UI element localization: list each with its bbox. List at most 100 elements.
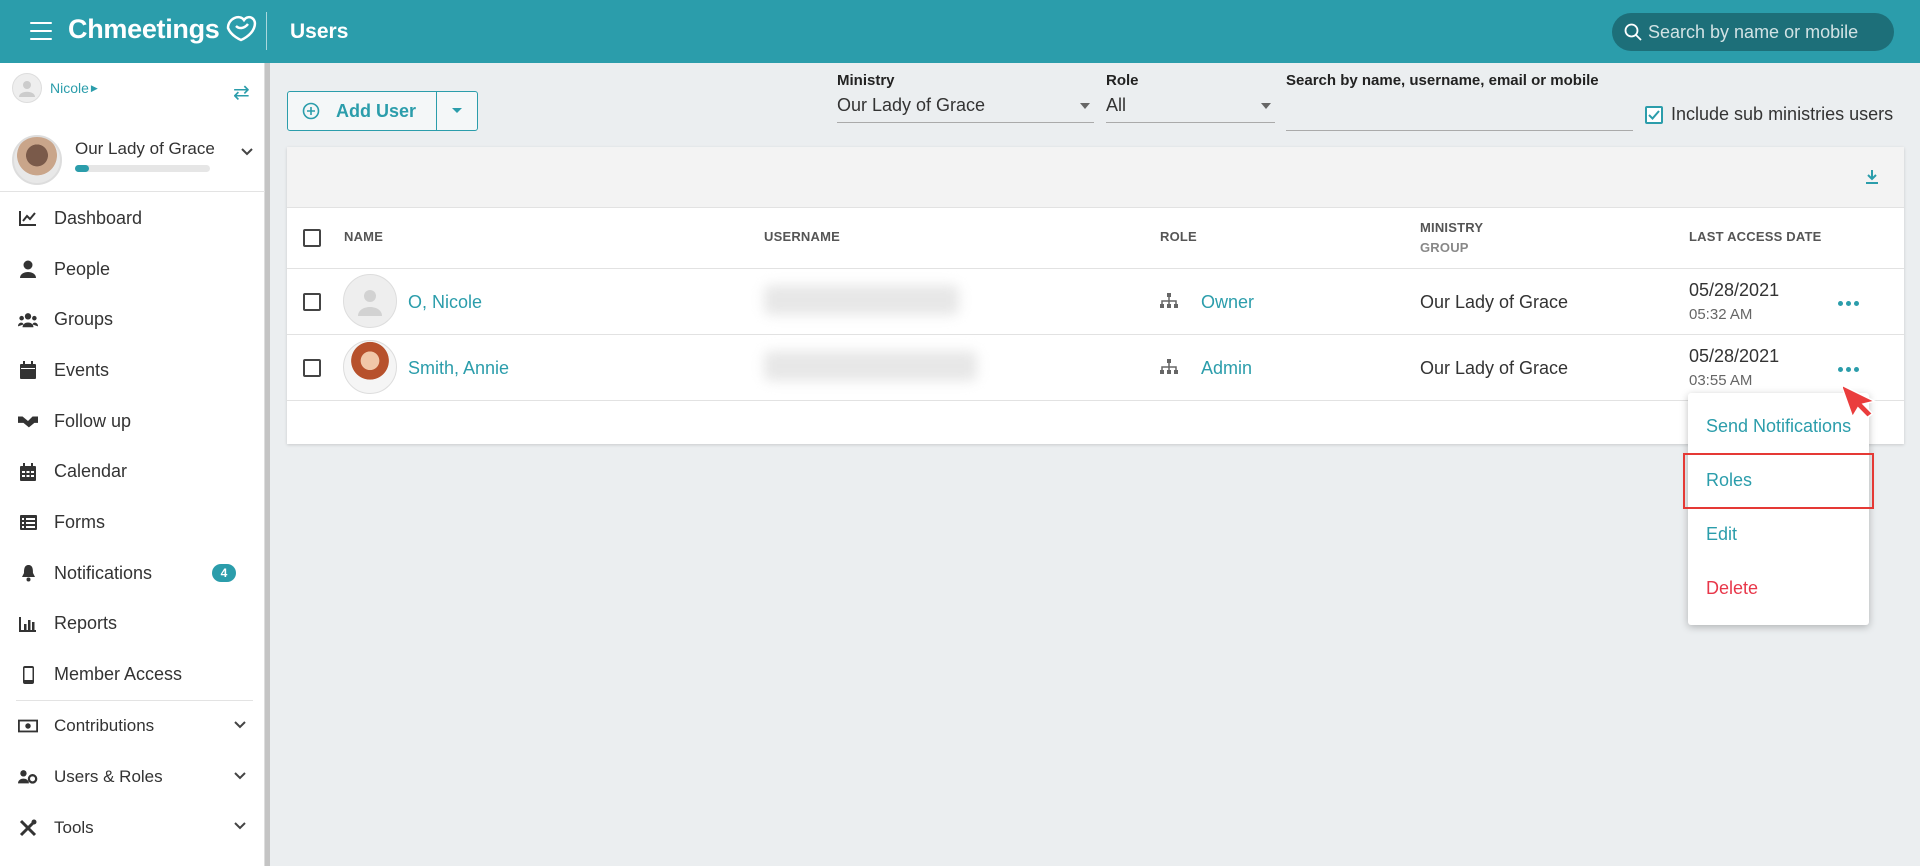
select-all-checkbox[interactable] <box>303 229 321 247</box>
sidebar-item-forms[interactable]: Forms <box>0 497 265 548</box>
search-icon <box>1624 23 1642 41</box>
sidebar-item-users-roles[interactable]: Users & Roles <box>0 752 265 803</box>
sidebar-divider <box>0 191 265 192</box>
church-selector[interactable]: Our Lady of Grace <box>0 127 265 189</box>
sidebar-item-groups[interactable]: Groups <box>0 294 265 345</box>
current-user[interactable]: Nicole ▶ <box>12 73 98 103</box>
topbar-divider <box>266 12 267 50</box>
avatar <box>343 274 397 328</box>
sidebar-item-people[interactable]: People <box>0 244 265 295</box>
add-user-button[interactable]: Add User <box>288 92 437 130</box>
page-title: Users <box>290 20 349 43</box>
row-divider <box>287 268 1904 269</box>
list-icon <box>18 512 38 532</box>
sidebar-item-label: Events <box>54 359 110 380</box>
role-link[interactable]: Owner <box>1201 292 1254 313</box>
user-search-input[interactable] <box>1286 95 1633 131</box>
ministry-filter-label: Ministry <box>837 72 895 89</box>
hierarchy-icon <box>1160 359 1178 374</box>
search-placeholder: Search by name or mobile <box>1648 21 1859 42</box>
header-ministry[interactable]: MINISTRY <box>1420 220 1483 235</box>
bell-icon <box>18 563 38 583</box>
header-role[interactable]: ROLE <box>1160 229 1197 244</box>
sidebar-item-label: Contributions <box>54 716 155 736</box>
top-bar: Chmeetings Users Search by name or mobil… <box>0 0 1920 63</box>
sidebar-item-calendar[interactable]: Calendar <box>0 446 265 497</box>
calendar-icon <box>18 360 38 380</box>
caret-down-icon <box>1080 103 1090 109</box>
sidebar-item-dashboard[interactable]: Dashboard <box>0 193 265 244</box>
check-icon <box>1648 109 1660 120</box>
person-icon <box>18 259 38 279</box>
table-toolbar <box>287 147 1904 208</box>
role-filter-label: Role <box>1106 72 1139 89</box>
header-name[interactable]: NAME <box>344 229 383 244</box>
sidebar-scrollbar[interactable] <box>265 63 270 866</box>
menu-item-send-notifications[interactable]: Send Notifications <box>1706 416 1851 437</box>
menu-icon[interactable] <box>30 22 52 40</box>
sidebar-item-label: Notifications <box>54 562 153 583</box>
sidebar-item-label: Users & Roles <box>54 766 163 786</box>
money-icon <box>18 716 38 736</box>
role-select[interactable]: All <box>1106 95 1275 123</box>
row-checkbox[interactable] <box>303 293 321 311</box>
user-name-link[interactable]: Smith, Annie <box>408 358 509 379</box>
header-username[interactable]: USERNAME <box>764 229 840 244</box>
add-user-label: Add User <box>336 100 417 121</box>
user-name-link[interactable]: O, Nicole <box>408 292 482 313</box>
ministry-select[interactable]: Our Lady of Grace <box>837 95 1094 123</box>
global-search-input[interactable]: Search by name or mobile <box>1612 13 1894 51</box>
last-access-date: 05/28/2021 <box>1689 280 1780 300</box>
switch-icon[interactable]: ⇄ <box>233 80 250 105</box>
sidebar-item-reports[interactable]: Reports <box>0 599 265 650</box>
menu-item-delete[interactable]: Delete <box>1706 578 1758 599</box>
menu-item-edit[interactable]: Edit <box>1706 524 1737 545</box>
handshake-icon <box>18 411 38 431</box>
app-logo[interactable]: Chmeetings <box>68 14 258 45</box>
sidebar-item-label: Groups <box>54 309 114 330</box>
chevron-down-icon <box>241 148 253 156</box>
sidebar-item-follow-up[interactable]: Follow up <box>0 396 265 447</box>
include-sub-label: Include sub ministries users <box>1671 104 1894 124</box>
ministry-filter: Ministry Our Lady of Grace <box>837 72 1094 123</box>
row-actions-button[interactable] <box>1838 367 1859 372</box>
user-search-label: Search by name, username, email or mobil… <box>1286 72 1599 89</box>
person-placeholder-icon <box>358 290 382 316</box>
sidebar-item-events[interactable]: Events <box>0 345 265 396</box>
role-filter: Role All <box>1106 72 1275 123</box>
ministry-value: Our Lady of Grace <box>1420 292 1569 312</box>
sidebar-item-member-access[interactable]: Member Access <box>0 649 265 700</box>
mobile-icon <box>18 665 38 685</box>
blurred-username <box>764 285 959 315</box>
cursor-icon <box>1843 383 1877 419</box>
download-icon[interactable] <box>1865 169 1879 185</box>
add-user-dropdown-button[interactable] <box>437 92 477 130</box>
include-sub-ministries[interactable]: Include sub ministries users <box>1645 104 1893 125</box>
header-last-access-date[interactable]: LAST ACCESS DATE <box>1689 229 1821 244</box>
logo-mark-icon <box>226 15 256 41</box>
sidebar-item-label: Dashboard <box>54 207 143 228</box>
ministry-value: Our Lady of Grace <box>1420 358 1569 378</box>
include-sub-checkbox[interactable] <box>1645 105 1663 124</box>
sidebar-item-tools[interactable]: Tools <box>0 802 265 853</box>
header-group[interactable]: GROUP <box>1420 240 1469 255</box>
chart-line-icon <box>18 208 38 228</box>
last-access-time: 03:55 AM <box>1689 372 1753 389</box>
row-actions-menu: Send Notifications Roles Edit Delete <box>1688 393 1869 625</box>
avatar <box>343 340 397 394</box>
tools-icon <box>18 818 38 838</box>
progress-fill <box>75 165 89 172</box>
sidebar-item-contributions[interactable]: Contributions <box>0 701 265 752</box>
last-access-date: 05/28/2021 <box>1689 346 1780 366</box>
role-link[interactable]: Admin <box>1201 358 1252 379</box>
row-checkbox[interactable] <box>303 359 321 377</box>
sidebar-item-label: People <box>54 258 111 279</box>
sidebar-item-notifications[interactable]: Notifications 4 <box>0 548 265 599</box>
row-actions-button[interactable] <box>1838 301 1859 306</box>
user-avatar <box>12 73 42 103</box>
church-avatar <box>12 135 62 185</box>
calendar-grid-icon <box>18 462 38 482</box>
users-icon <box>18 310 38 330</box>
logo-text: Chmeetings <box>68 14 220 44</box>
caret-down-icon <box>1261 103 1271 109</box>
